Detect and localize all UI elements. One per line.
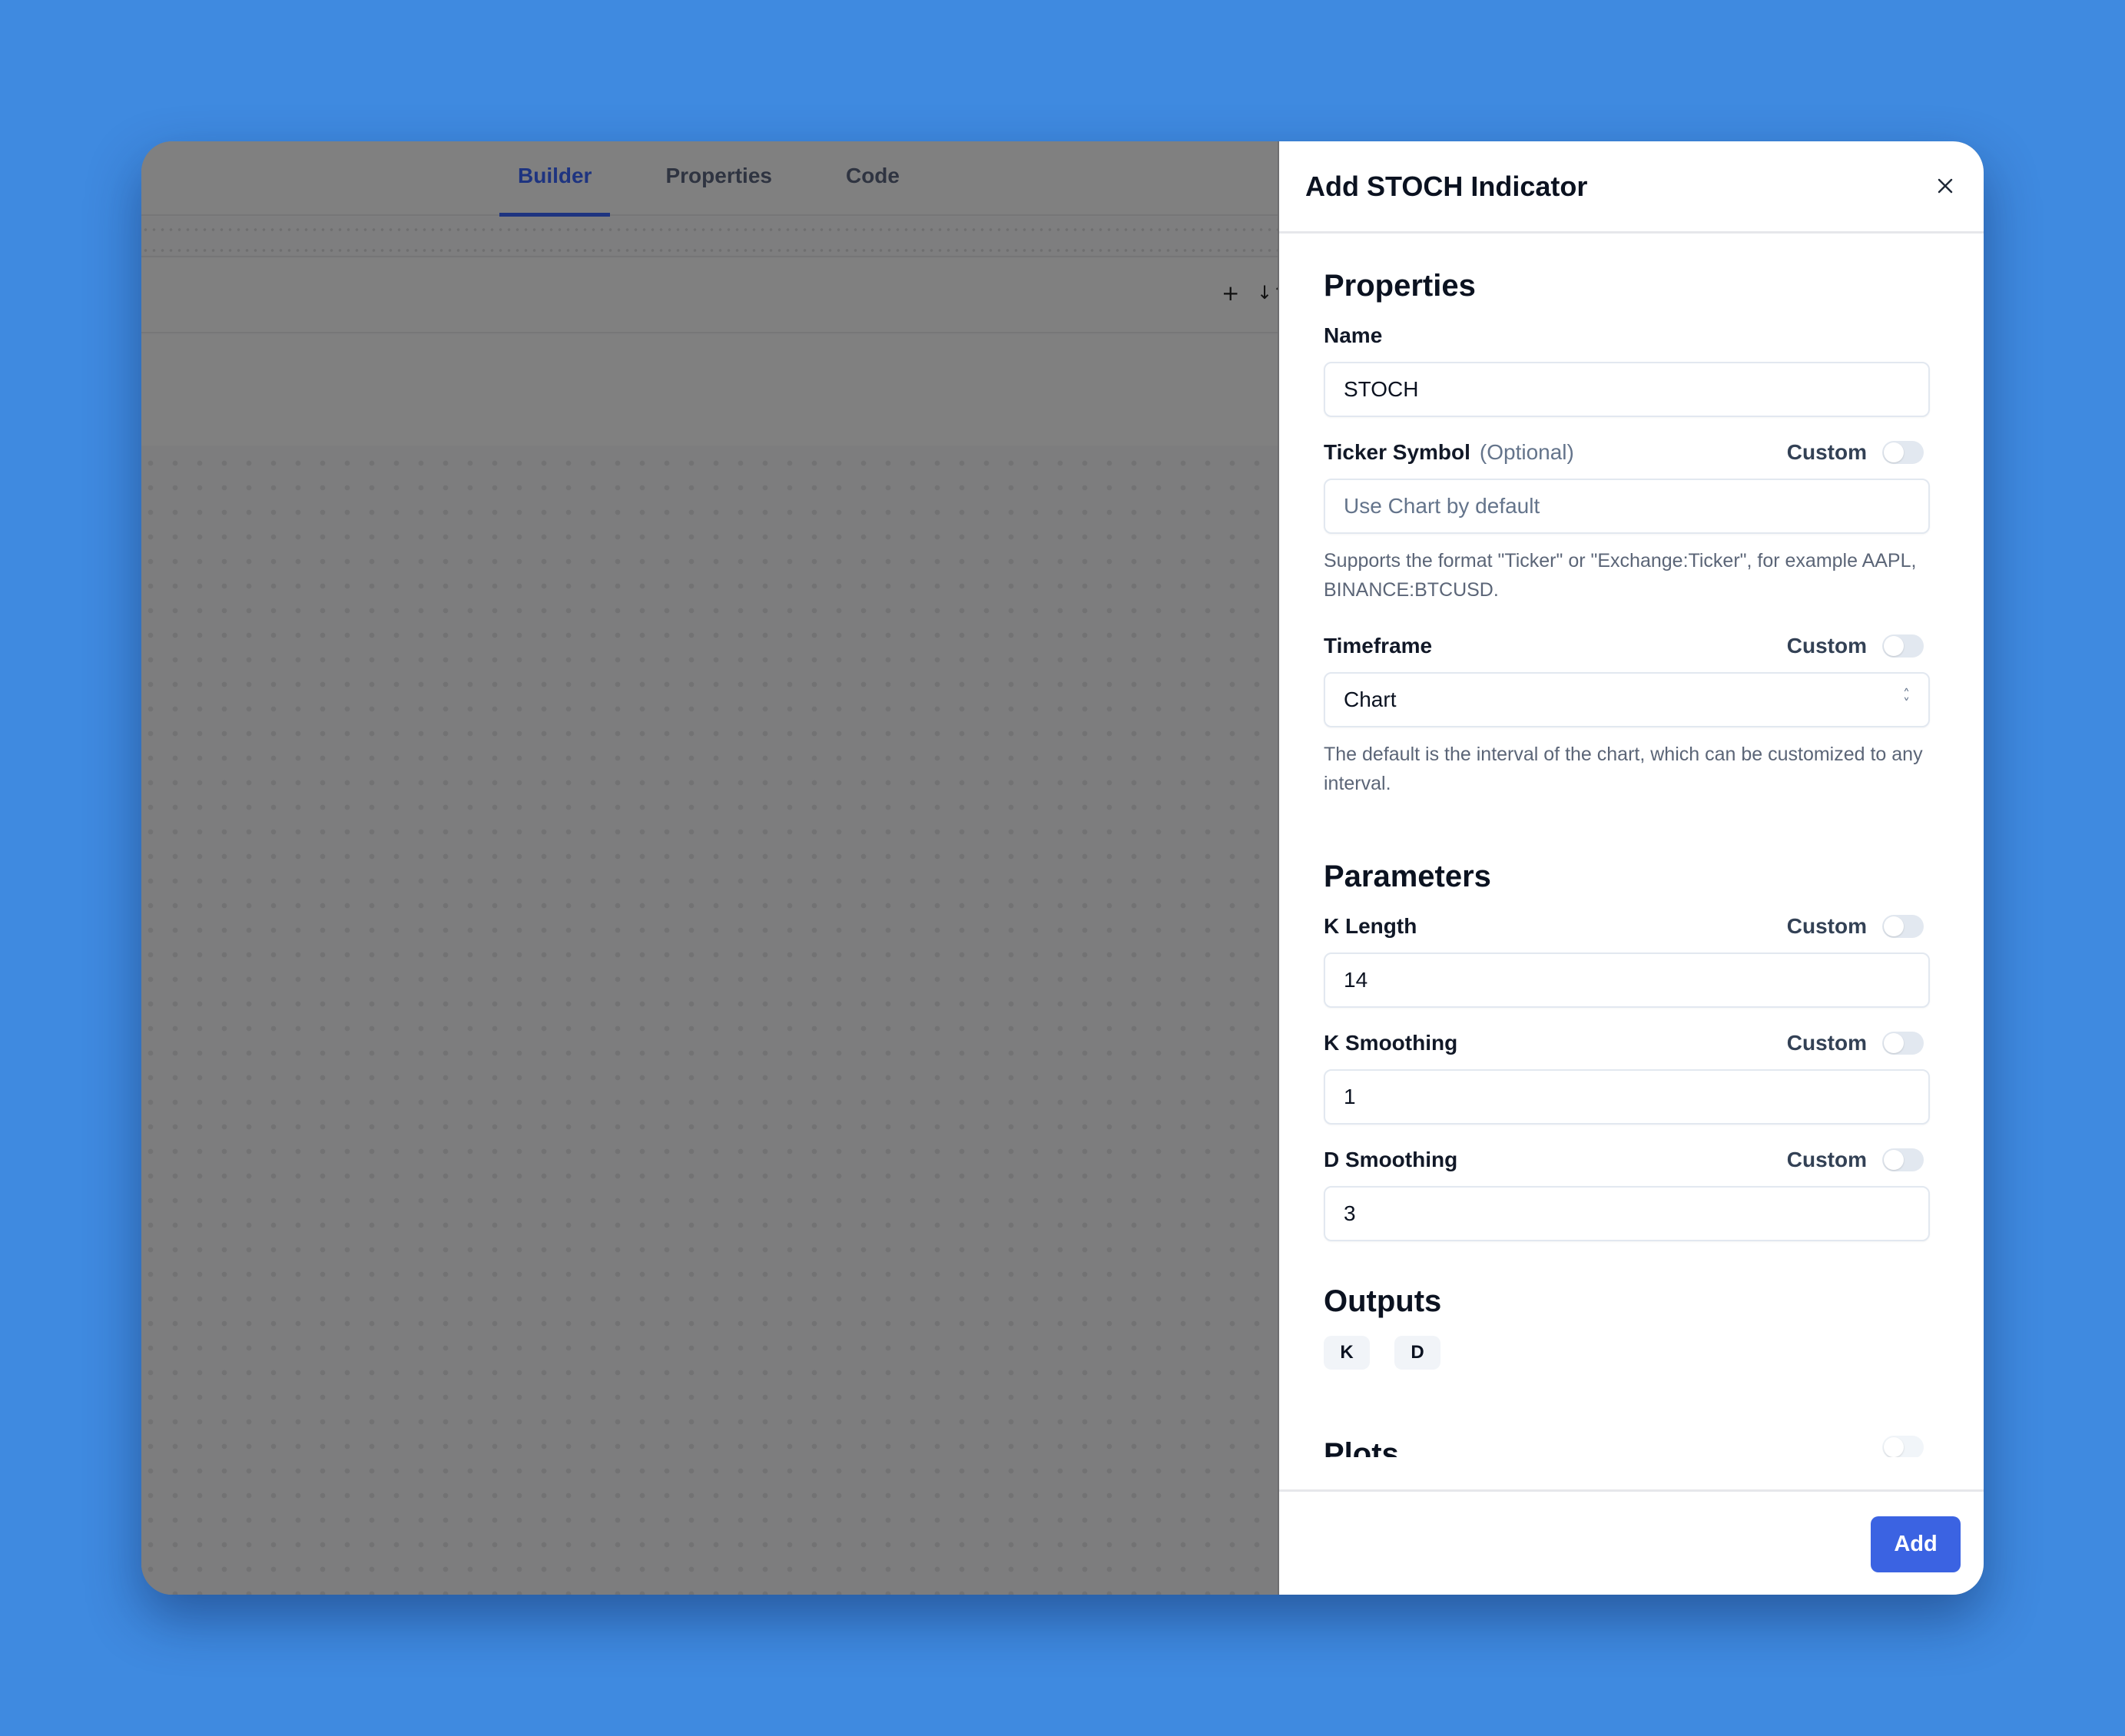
output-badges: K D — [1324, 1336, 1930, 1370]
ticker-label-text: Ticker Symbol — [1324, 440, 1470, 464]
dialog-title: Add STOCH Indicator — [1305, 171, 1588, 202]
builder-app-backdrop: Builder Properties Code + ↓↑ — [141, 141, 1288, 1595]
timeframe-help-text: The default is the interval of the chart… — [1324, 744, 1923, 794]
builder-canvas — [141, 446, 1278, 1595]
close-button[interactable] — [1930, 171, 1961, 201]
ticker-custom: Custom — [1787, 440, 1924, 465]
custom-label: Custom — [1786, 634, 1867, 658]
tab-code[interactable]: Code — [827, 141, 918, 216]
section-title-outputs: Outputs — [1324, 1284, 1442, 1318]
k-length-custom: Custom — [1787, 914, 1924, 939]
timeframe-field: Timeframe Custom Chart ˄ ˅ The default is… — [1324, 631, 1930, 798]
k-length-input[interactable]: 14 — [1324, 952, 1930, 1008]
chevron-up-down-icon: ˄ ˅ — [1903, 687, 1910, 712]
timeframe-selected-value: Chart — [1344, 687, 1397, 711]
output-badge-d: D — [1394, 1336, 1440, 1370]
name-field: Name STOCH — [1324, 320, 1930, 417]
timeframe-custom-toggle[interactable] — [1882, 634, 1924, 658]
timeframe-custom: Custom — [1787, 634, 1924, 658]
timeframe-label: Timeframe — [1324, 634, 1433, 658]
dialog-header: Add STOCH Indicator — [1279, 141, 1984, 234]
d-smoothing-label: D Smoothing — [1324, 1148, 1458, 1171]
tab-properties[interactable]: Properties — [647, 141, 791, 216]
section-title-plots: Plots — [1324, 1437, 1399, 1457]
k-length-label: K Length — [1324, 914, 1417, 938]
k-length-field: K Length Custom 14 — [1324, 911, 1930, 1008]
k-smoothing-custom: Custom — [1787, 1031, 1924, 1055]
ticker-field: Ticker Symbol (Optional) Custom Use Chart… — [1324, 437, 1930, 605]
custom-label: Custom — [1786, 914, 1867, 938]
name-input[interactable]: STOCH — [1324, 362, 1930, 417]
custom-label: Custom — [1786, 1031, 1867, 1055]
plots-header: Plots — [1324, 1436, 1930, 1457]
ticker-help-text: Supports the format "Ticker" or "Exchang… — [1324, 550, 1917, 601]
custom-label: Custom — [1786, 1148, 1867, 1171]
custom-label: Custom — [1786, 440, 1867, 464]
builder-row — [141, 335, 1278, 446]
k-length-custom-toggle[interactable] — [1882, 915, 1924, 938]
plots-toggle[interactable] — [1882, 1436, 1924, 1457]
app-window: Builder Properties Code + ↓↑ Add STOCH I… — [141, 141, 1984, 1595]
add-indicator-dialog: Add STOCH Indicator Properties Name STOC… — [1278, 141, 1984, 1595]
tab-builder[interactable]: Builder — [499, 141, 611, 217]
top-nav: Builder Properties Code — [141, 141, 1278, 217]
timeframe-select[interactable]: Chart ˄ ˅ — [1324, 672, 1930, 727]
output-badge-k: K — [1324, 1336, 1370, 1370]
plus-icon[interactable]: + — [1222, 280, 1239, 306]
ticker-input[interactable]: Use Chart by default — [1324, 479, 1930, 534]
dialog-footer: Add — [1279, 1489, 1984, 1595]
k-smoothing-label: K Smoothing — [1324, 1031, 1458, 1055]
d-smoothing-field: D Smoothing Custom 3 — [1324, 1145, 1930, 1241]
timeline-ruler — [141, 217, 1278, 257]
name-label: Name — [1324, 323, 1383, 347]
section-title-properties: Properties — [1324, 269, 1476, 303]
close-icon — [1938, 178, 1953, 194]
dialog-body[interactable]: Properties Name STOCH Ticker Symbol (Opti… — [1279, 234, 1984, 1488]
d-smoothing-input[interactable]: 3 — [1324, 1186, 1930, 1241]
tab-bar: Builder Properties Code — [499, 141, 955, 217]
k-smoothing-field: K Smoothing Custom 1 — [1324, 1028, 1930, 1125]
d-smoothing-custom: Custom — [1787, 1148, 1924, 1172]
k-smoothing-input[interactable]: 1 — [1324, 1069, 1930, 1125]
d-smoothing-custom-toggle[interactable] — [1882, 1148, 1924, 1171]
builder-toolbar: + ↓↑ — [141, 259, 1288, 333]
k-smoothing-custom-toggle[interactable] — [1882, 1032, 1924, 1055]
optional-tag: (Optional) — [1479, 440, 1574, 464]
ticker-label: Ticker Symbol (Optional) — [1324, 440, 1574, 465]
add-button[interactable]: Add — [1871, 1516, 1961, 1572]
ticker-custom-toggle[interactable] — [1882, 441, 1924, 464]
section-title-parameters: Parameters — [1324, 860, 1491, 893]
